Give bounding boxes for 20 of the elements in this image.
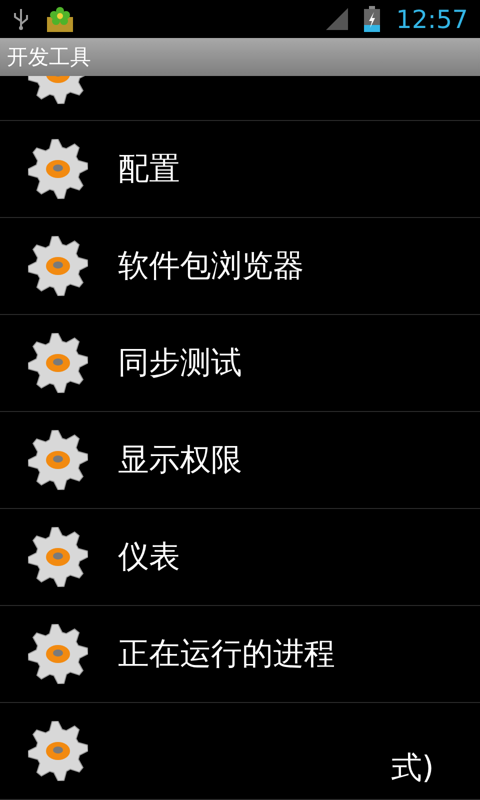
menu-item-label[interactable]: 仪表 xyxy=(118,534,180,580)
window-title: 开发工具 xyxy=(0,38,480,76)
gear-icon xyxy=(28,721,88,781)
gear-icon xyxy=(28,430,88,490)
signal-icon xyxy=(326,8,348,30)
gear-icon xyxy=(28,527,88,587)
battery-icon xyxy=(364,6,380,32)
usb-icon xyxy=(12,7,30,31)
menu-item-label[interactable]: 正在运行的进程 xyxy=(118,630,335,678)
menu-item-label[interactable]: 显示权限 xyxy=(118,436,242,484)
gear-icon xyxy=(28,236,88,296)
gear-icon xyxy=(28,333,88,393)
gear-icon xyxy=(28,139,88,199)
clock-time: 12:57 xyxy=(396,6,468,32)
mail-icon xyxy=(46,5,74,33)
menu-item-label[interactable]: 配置 xyxy=(118,146,180,192)
menu-item-label[interactable]: 同步测试 xyxy=(118,340,242,386)
gear-icon xyxy=(28,624,88,684)
menu-item-label[interactable]: 式) xyxy=(390,744,434,791)
menu-item-label[interactable]: 软件包浏览器 xyxy=(118,242,304,290)
